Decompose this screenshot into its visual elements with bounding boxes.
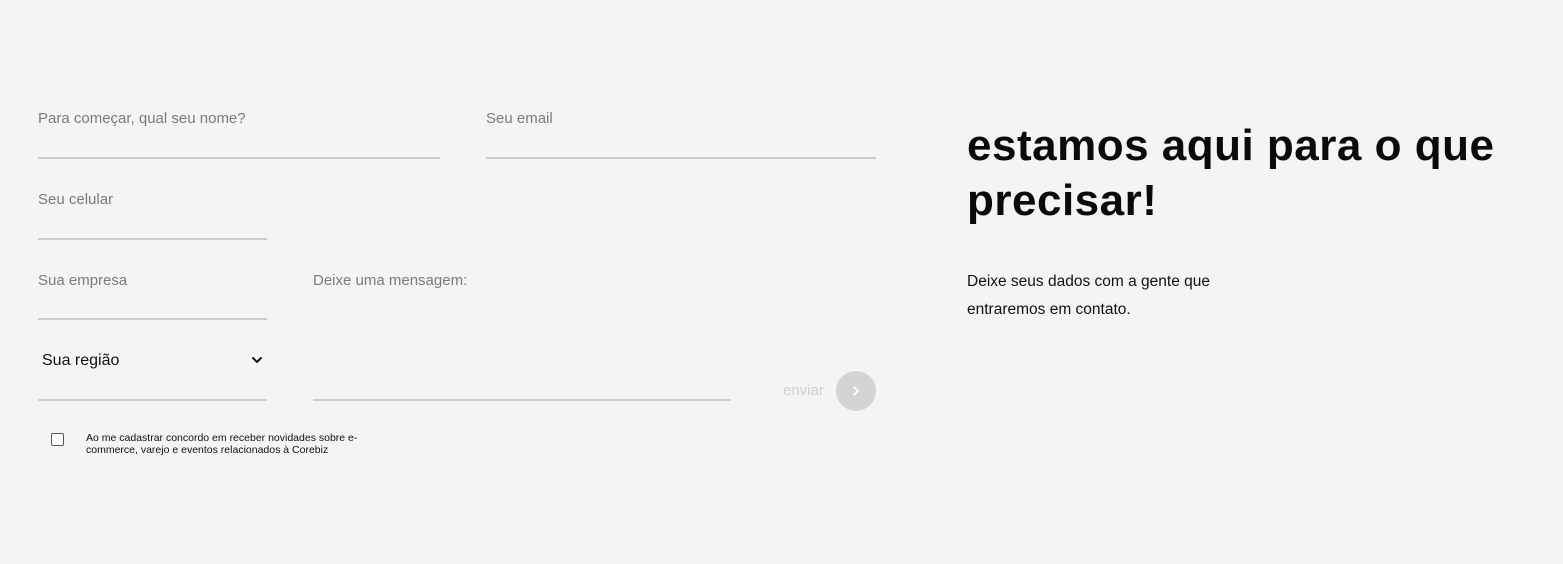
phone-label: Seu celular — [38, 191, 114, 208]
name-label: Para começar, qual seu nome? — [38, 110, 246, 127]
submit-label[interactable]: enviar — [783, 381, 824, 401]
contact-section: Para começar, qual seu nome? Seu email S… — [0, 0, 1563, 564]
name-field[interactable]: Para começar, qual seu nome? — [38, 110, 440, 159]
region-underline — [38, 399, 267, 401]
message-underline — [313, 399, 731, 401]
company-underline — [38, 318, 267, 320]
email-underline — [486, 157, 876, 159]
email-input[interactable] — [486, 137, 876, 159]
company-input[interactable] — [38, 298, 267, 320]
submit-button[interactable] — [836, 371, 876, 411]
email-field[interactable]: Seu email — [486, 110, 876, 159]
phone-field[interactable]: Seu celular — [38, 191, 267, 240]
company-label: Sua empresa — [38, 272, 128, 289]
company-field[interactable]: Sua empresa — [38, 272, 267, 320]
message-input[interactable] — [313, 379, 731, 401]
region-select[interactable]: Sua região — [38, 351, 267, 401]
intro-subtext: Deixe seus dados com a gente que entrare… — [967, 273, 1210, 318]
chevron-down-icon — [252, 357, 262, 363]
page-title: estamos aqui para o que precisar! — [967, 121, 1495, 225]
name-input[interactable] — [38, 137, 440, 159]
name-underline — [38, 157, 440, 159]
phone-input[interactable] — [38, 218, 267, 240]
consent-text: Ao me cadastrar concordo em receber novi… — [86, 432, 358, 456]
phone-underline — [38, 238, 267, 240]
email-label: Seu email — [486, 110, 553, 127]
consent-checkbox[interactable] — [51, 433, 64, 446]
region-select-value: Sua região — [42, 352, 120, 369]
chevron-right-icon — [853, 386, 859, 396]
message-field[interactable]: Deixe uma mensagem: — [313, 272, 731, 401]
message-label: Deixe uma mensagem: — [313, 272, 468, 289]
